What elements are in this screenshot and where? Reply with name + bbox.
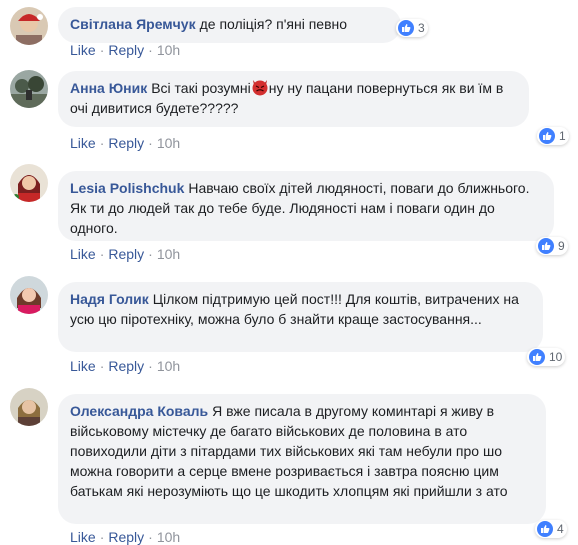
comment-timestamp[interactable]: 10h <box>157 246 180 262</box>
comment-bubble: Олександра Коваль Я вже писала в другому … <box>58 394 546 524</box>
reaction-count[interactable]: 4 <box>535 520 567 538</box>
comment-author[interactable]: Олександра Коваль <box>70 403 208 419</box>
comment-author[interactable]: Lesia Polishchuk <box>70 180 184 196</box>
reaction-number: 9 <box>558 239 565 253</box>
comment-text-start: Всі такі розумні <box>151 80 251 96</box>
reply-button[interactable]: Reply <box>108 135 144 151</box>
separator-dot: · <box>148 358 153 374</box>
comment-author[interactable]: Світлана Яремчук <box>70 16 196 32</box>
separator-dot: · <box>148 42 153 58</box>
comment-bubble: Світлана Яремчук де поліція? п'яні певно <box>58 7 401 43</box>
comment-actions: Like · Reply · 10h <box>70 529 180 545</box>
reply-button[interactable]: Reply <box>108 529 144 545</box>
comment-timestamp[interactable]: 10h <box>157 529 180 545</box>
reply-button[interactable]: Reply <box>108 358 144 374</box>
reaction-count[interactable]: 10 <box>527 348 566 366</box>
reply-button[interactable]: Reply <box>108 42 144 58</box>
comment-bubble: Надя Голик Цілком підтримую цей пост!!! Д… <box>58 282 543 352</box>
reaction-count[interactable]: 9 <box>536 237 568 255</box>
like-button[interactable]: Like <box>70 529 96 545</box>
separator-dot: · <box>148 246 153 262</box>
comment-actions: Like · Reply · 10h <box>70 42 180 58</box>
like-button[interactable]: Like <box>70 358 96 374</box>
like-button[interactable]: Like <box>70 42 96 58</box>
like-button[interactable]: Like <box>70 246 96 262</box>
avatar[interactable] <box>10 7 48 45</box>
comment-author[interactable]: Анна Юник <box>70 80 147 96</box>
comment-actions: Like · Reply · 10h <box>70 358 180 374</box>
reaction-count[interactable]: 3 <box>396 19 428 37</box>
separator-dot: · <box>148 135 153 151</box>
reaction-number: 4 <box>557 522 564 536</box>
reaction-number: 1 <box>559 129 566 143</box>
reaction-count[interactable]: 1 <box>537 127 569 145</box>
comment-bubble: Lesia Polishchuk Навчаю своїх дітей людян… <box>58 171 554 241</box>
reaction-number: 10 <box>549 350 563 364</box>
avatar[interactable] <box>10 276 48 314</box>
separator-dot: · <box>99 529 105 545</box>
like-button[interactable]: Like <box>70 135 96 151</box>
comment-timestamp[interactable]: 10h <box>157 135 180 151</box>
like-icon <box>398 20 414 36</box>
comment-timestamp[interactable]: 10h <box>157 358 180 374</box>
separator-dot: · <box>99 42 105 58</box>
comment-actions: Like · Reply · 10h <box>70 135 180 151</box>
avatar[interactable] <box>10 388 48 426</box>
separator-dot: · <box>99 135 105 151</box>
separator-dot: · <box>99 246 105 262</box>
angry-devil-emoji-icon <box>251 78 269 96</box>
like-icon <box>529 349 545 365</box>
comment-text: де поліція? п'яні певно <box>199 16 348 32</box>
like-icon <box>537 521 553 537</box>
reply-button[interactable]: Reply <box>108 246 144 262</box>
like-icon <box>539 128 555 144</box>
reaction-number: 3 <box>418 21 425 35</box>
comment-bubble: Анна Юник Всі такі розумні ну ну пацани по… <box>58 71 529 127</box>
separator-dot: · <box>148 529 153 545</box>
separator-dot: · <box>99 358 105 374</box>
avatar[interactable] <box>10 164 48 202</box>
comment-timestamp[interactable]: 10h <box>157 42 180 58</box>
comment-author[interactable]: Надя Голик <box>70 291 149 307</box>
avatar[interactable] <box>10 70 48 108</box>
like-icon <box>538 238 554 254</box>
comment-actions: Like · Reply · 10h <box>70 246 180 262</box>
